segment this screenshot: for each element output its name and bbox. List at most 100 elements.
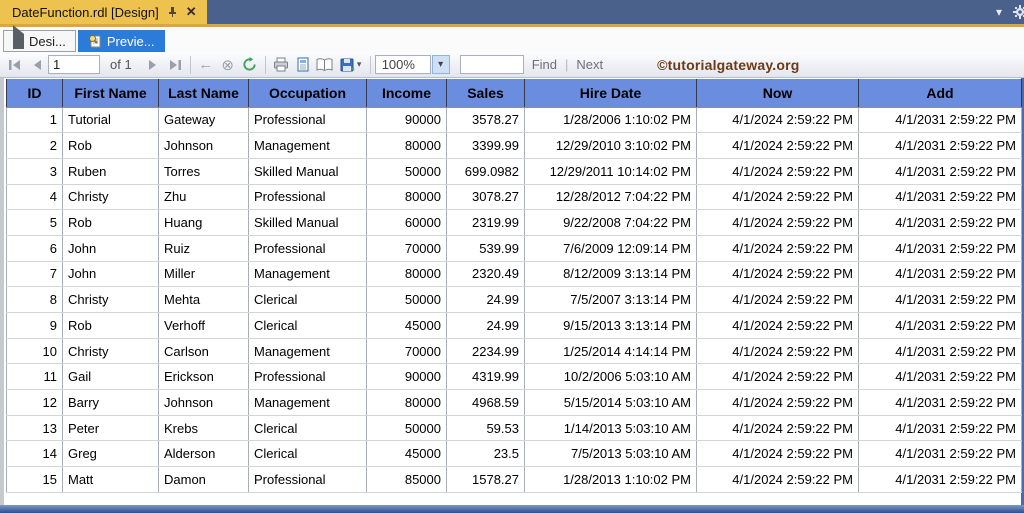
table-cell: Erickson — [158, 363, 249, 391]
table-cell: 7/5/2013 5:03:10 AM — [524, 440, 697, 468]
refresh-button[interactable] — [239, 55, 261, 75]
table-cell: 4319.99 — [446, 363, 525, 391]
table-cell: 11 — [6, 363, 63, 391]
mode-tab-bar: Desi... Previe... — [0, 24, 1024, 52]
viewport-left-edge — [0, 78, 4, 505]
table-cell: 4/1/2024 2:59:22 PM — [696, 338, 859, 365]
find-next-separator: | — [564, 57, 569, 72]
table-row: 6 John Ruiz Professional 70000 539.99 7/6/2009… — [6, 235, 1022, 262]
pin-icon[interactable] — [167, 6, 178, 18]
table-cell: 50000 — [366, 415, 447, 442]
table-cell: 4/1/2024 2:59:22 PM — [696, 363, 859, 391]
table-cell: 4/1/2024 2:59:22 PM — [696, 158, 859, 185]
table-cell: Clerical — [248, 415, 367, 442]
table-cell: Management — [248, 389, 367, 416]
table-cell: 4/1/2024 2:59:22 PM — [696, 286, 859, 313]
table-cell: 4/1/2031 2:59:22 PM — [858, 312, 1022, 339]
table-cell: Ruben — [62, 158, 159, 185]
table-cell: Carlson — [158, 338, 249, 365]
table-cell: 4 — [6, 184, 63, 211]
table-cell: 4/1/2031 2:59:22 PM — [858, 184, 1022, 211]
table-cell: Professional — [248, 466, 367, 493]
table-cell: Clerical — [248, 286, 367, 313]
table-cell: 2319.99 — [446, 209, 525, 236]
table-row: 5 Rob Huang Skilled Manual 60000 2319.99 9/22/… — [6, 209, 1022, 236]
table-cell: 5/15/2014 5:03:10 AM — [524, 389, 697, 416]
back-button[interactable]: ← — [195, 55, 217, 75]
table-cell: 4/1/2024 2:59:22 PM — [696, 415, 859, 442]
table-cell: 4/1/2024 2:59:22 PM — [696, 466, 859, 493]
column-header: Income — [366, 79, 447, 108]
table-cell: Johnson — [158, 389, 249, 416]
table-cell: Krebs — [158, 415, 249, 442]
table-cell: 2234.99 — [446, 338, 525, 365]
next-page-button[interactable] — [142, 55, 164, 75]
next-link[interactable]: Next — [576, 57, 603, 72]
column-header: ID — [6, 79, 63, 108]
find-link[interactable]: Find — [532, 57, 557, 72]
zoom-select[interactable]: 100% — [374, 55, 431, 74]
chevron-down-icon[interactable]: ▾ — [996, 6, 1002, 18]
column-header: First Name — [62, 79, 159, 108]
stop-button[interactable]: ⊗ — [217, 55, 239, 75]
table-cell: 90000 — [366, 363, 447, 391]
gear-icon[interactable] — [1012, 4, 1024, 20]
table-cell: 23.5 — [446, 440, 525, 468]
table-cell: 1/25/2014 4:14:14 PM — [524, 338, 697, 365]
document-tab[interactable]: DateFunction.rdl [Design] ✕ — [0, 0, 207, 24]
table-cell: 4/1/2024 2:59:22 PM — [696, 107, 859, 134]
page-setup-button[interactable] — [314, 55, 336, 75]
print-button[interactable] — [270, 55, 292, 75]
table-row: 9 Rob Verhoff Clerical 45000 24.99 9/15/2013 3… — [6, 312, 1022, 339]
watermark-text: ©tutorialgateway.org — [657, 56, 800, 73]
table-cell: 80000 — [366, 261, 447, 288]
last-page-button[interactable] — [164, 55, 186, 75]
table-cell: 4/1/2031 2:59:22 PM — [858, 209, 1022, 236]
table-cell: 4/1/2024 2:59:22 PM — [696, 261, 859, 288]
tab-preview[interactable]: Previe... — [77, 30, 165, 52]
table-cell: 1578.27 — [446, 466, 525, 493]
tab-design-label: Desi... — [29, 33, 66, 49]
table-cell: Damon — [158, 466, 249, 493]
table-cell: 10/2/2006 5:03:10 AM — [524, 363, 697, 391]
table-row: 4 Christy Zhu Professional 80000 3078.27 12/28… — [6, 184, 1022, 211]
toolbar-separator — [369, 55, 371, 74]
table-cell: 9/22/2008 7:04:22 PM — [524, 209, 697, 236]
previous-page-button[interactable] — [26, 55, 48, 75]
table-cell: Rob — [62, 312, 159, 339]
zoom-dropdown-button[interactable]: ▾ — [431, 55, 450, 74]
table-cell: 4/1/2024 2:59:22 PM — [696, 440, 859, 468]
table-cell: 8/12/2009 3:13:14 PM — [524, 261, 697, 288]
tab-design[interactable]: Desi... — [3, 24, 76, 52]
table-cell: 4/1/2024 2:59:22 PM — [696, 132, 859, 159]
table-cell: Tutorial — [62, 107, 159, 134]
table-cell: 9 — [6, 312, 63, 339]
table-cell: Christy — [62, 338, 159, 365]
close-icon[interactable]: ✕ — [186, 4, 197, 20]
column-header: Now — [696, 79, 859, 108]
table-cell: 4/1/2024 2:59:22 PM — [696, 312, 859, 339]
table-cell: 1/28/2013 1:10:02 PM — [524, 466, 697, 493]
table-cell: 6 — [6, 235, 63, 262]
report-table: ID First Name Last Name Occupation Income Sal… — [6, 79, 1022, 493]
find-text-input[interactable] — [459, 55, 524, 74]
page-number-input[interactable] — [48, 55, 100, 74]
table-cell: 80000 — [366, 184, 447, 211]
table-row: 15 Matt Damon Professional 85000 1578.27 1/28/… — [6, 466, 1022, 493]
table-cell: 4/1/2031 2:59:22 PM — [858, 389, 1022, 416]
table-cell: Gateway — [158, 107, 249, 134]
table-row: 14 Greg Alderson Clerical 45000 23.5 7/5/2013 … — [6, 440, 1022, 468]
table-cell: John — [62, 261, 159, 288]
table-cell: Greg — [62, 440, 159, 468]
table-cell: Professional — [248, 184, 367, 211]
table-cell: 4/1/2031 2:59:22 PM — [858, 338, 1022, 365]
first-page-button[interactable] — [4, 55, 26, 75]
table-cell: Management — [248, 132, 367, 159]
table-cell: 4/1/2031 2:59:22 PM — [858, 235, 1022, 262]
preview-icon — [88, 34, 102, 48]
export-button[interactable]: ▾ — [336, 55, 366, 75]
table-cell: 4/1/2031 2:59:22 PM — [858, 132, 1022, 159]
table-cell: 1 — [6, 107, 63, 134]
toolbar-separator — [189, 55, 191, 74]
print-layout-button[interactable] — [292, 55, 314, 75]
